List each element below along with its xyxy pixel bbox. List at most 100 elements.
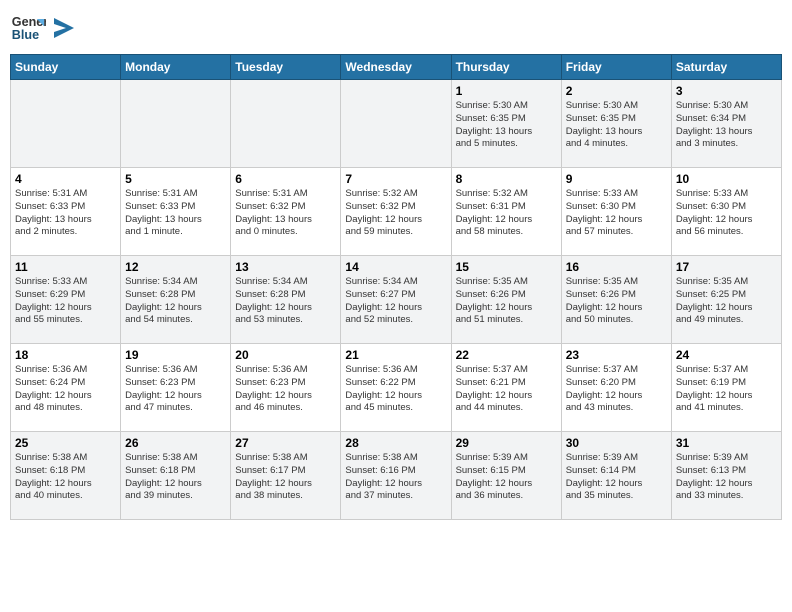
day-info: Sunrise: 5:38 AM Sunset: 6:18 PM Dayligh… — [125, 452, 226, 503]
calendar-cell: 3 Sunrise: 5:30 AM Sunset: 6:34 PM Daylig… — [671, 80, 781, 168]
calendar-cell: 21 Sunrise: 5:36 AM Sunset: 6:22 PM Dayli… — [341, 344, 451, 432]
calendar-cell: 14 Sunrise: 5:34 AM Sunset: 6:27 PM Dayli… — [341, 256, 451, 344]
day-info: Sunrise: 5:36 AM Sunset: 6:23 PM Dayligh… — [125, 364, 226, 415]
day-info: Sunrise: 5:33 AM Sunset: 6:29 PM Dayligh… — [15, 276, 116, 327]
weekday-header: Wednesday — [341, 55, 451, 80]
day-number: 21 — [345, 348, 446, 362]
day-number: 24 — [676, 348, 777, 362]
day-number: 16 — [566, 260, 667, 274]
day-info: Sunrise: 5:34 AM Sunset: 6:27 PM Dayligh… — [345, 276, 446, 327]
page-header: General Blue — [10, 10, 782, 46]
calendar-week-row: 25 Sunrise: 5:38 AM Sunset: 6:18 PM Dayli… — [11, 432, 782, 520]
day-number: 15 — [456, 260, 557, 274]
calendar-cell — [341, 80, 451, 168]
calendar-cell: 20 Sunrise: 5:36 AM Sunset: 6:23 PM Dayli… — [231, 344, 341, 432]
calendar-cell: 31 Sunrise: 5:39 AM Sunset: 6:13 PM Dayli… — [671, 432, 781, 520]
day-number: 9 — [566, 172, 667, 186]
day-number: 1 — [456, 84, 557, 98]
calendar-cell: 1Sunrise: 5:30 AM Sunset: 6:35 PM Daylig… — [451, 80, 561, 168]
day-number: 3 — [676, 84, 777, 98]
day-number: 22 — [456, 348, 557, 362]
day-number: 23 — [566, 348, 667, 362]
day-number: 5 — [125, 172, 226, 186]
calendar-cell: 11Sunrise: 5:33 AM Sunset: 6:29 PM Dayli… — [11, 256, 121, 344]
day-number: 25 — [15, 436, 116, 450]
calendar-cell: 26 Sunrise: 5:38 AM Sunset: 6:18 PM Dayli… — [121, 432, 231, 520]
calendar-cell: 16Sunrise: 5:35 AM Sunset: 6:26 PM Dayli… — [561, 256, 671, 344]
calendar-cell: 25Sunrise: 5:38 AM Sunset: 6:18 PM Dayli… — [11, 432, 121, 520]
day-info: Sunrise: 5:39 AM Sunset: 6:13 PM Dayligh… — [676, 452, 777, 503]
calendar-cell: 29Sunrise: 5:39 AM Sunset: 6:15 PM Dayli… — [451, 432, 561, 520]
day-info: Sunrise: 5:37 AM Sunset: 6:20 PM Dayligh… — [566, 364, 667, 415]
calendar-cell: 15 Sunrise: 5:35 AM Sunset: 6:26 PM Dayli… — [451, 256, 561, 344]
day-number: 28 — [345, 436, 446, 450]
calendar-header: SundayMondayTuesdayWednesdayThursdayFrid… — [11, 55, 782, 80]
day-number: 8 — [456, 172, 557, 186]
calendar-cell: 8 Sunrise: 5:32 AM Sunset: 6:31 PM Daylig… — [451, 168, 561, 256]
calendar-cell: 22 Sunrise: 5:37 AM Sunset: 6:21 PM Dayli… — [451, 344, 561, 432]
calendar-cell: 5 Sunrise: 5:31 AM Sunset: 6:33 PM Daylig… — [121, 168, 231, 256]
day-number: 17 — [676, 260, 777, 274]
day-info: Sunrise: 5:38 AM Sunset: 6:17 PM Dayligh… — [235, 452, 336, 503]
day-info: Sunrise: 5:32 AM Sunset: 6:32 PM Dayligh… — [345, 188, 446, 239]
calendar-cell: 28 Sunrise: 5:38 AM Sunset: 6:16 PM Dayli… — [341, 432, 451, 520]
day-info: Sunrise: 5:33 AM Sunset: 6:30 PM Dayligh… — [676, 188, 777, 239]
calendar-cell — [121, 80, 231, 168]
day-info: Sunrise: 5:37 AM Sunset: 6:21 PM Dayligh… — [456, 364, 557, 415]
calendar-cell — [11, 80, 121, 168]
calendar-cell: 17 Sunrise: 5:35 AM Sunset: 6:25 PM Dayli… — [671, 256, 781, 344]
day-number: 10 — [676, 172, 777, 186]
day-info: Sunrise: 5:30 AM Sunset: 6:35 PM Dayligh… — [566, 100, 667, 151]
weekday-header: Friday — [561, 55, 671, 80]
weekday-header: Monday — [121, 55, 231, 80]
calendar-week-row: 1 Sunrise: 5:30 AM Sunset: 6:35 PM Daylig… — [11, 80, 782, 168]
calendar-cell: 23 Sunrise: 5:37 AM Sunset: 6:20 PM Dayli… — [561, 344, 671, 432]
day-info: Sunrise: 5:31 AM Sunset: 6:33 PM Dayligh… — [125, 188, 226, 239]
day-info: Sunrise: 5:36 AM Sunset: 6:23 PM Dayligh… — [235, 364, 336, 415]
day-number: 2 — [566, 84, 667, 98]
day-number: 12 — [125, 260, 226, 274]
calendar-cell: 6 Sunrise: 5:31 AM Sunset: 6:32 PM Daylig… — [231, 168, 341, 256]
logo-icon: General Blue — [10, 10, 46, 46]
weekday-header: Tuesday — [231, 55, 341, 80]
day-info: Sunrise: 5:33 AM Sunset: 6:30 PM Dayligh… — [566, 188, 667, 239]
calendar-cell: 24Sunrise: 5:37 AM Sunset: 6:19 PM Dayli… — [671, 344, 781, 432]
weekday-header: Saturday — [671, 55, 781, 80]
day-info: Sunrise: 5:35 AM Sunset: 6:26 PM Dayligh… — [456, 276, 557, 327]
svg-text:Blue: Blue — [12, 28, 39, 42]
day-info: Sunrise: 5:31 AM Sunset: 6:32 PM Dayligh… — [235, 188, 336, 239]
day-number: 27 — [235, 436, 336, 450]
day-info: Sunrise: 5:34 AM Sunset: 6:28 PM Dayligh… — [125, 276, 226, 327]
day-info: Sunrise: 5:36 AM Sunset: 6:22 PM Dayligh… — [345, 364, 446, 415]
day-number: 14 — [345, 260, 446, 274]
day-info: Sunrise: 5:36 AM Sunset: 6:24 PM Dayligh… — [15, 364, 116, 415]
logo: General Blue — [10, 10, 74, 46]
calendar-cell: 10 Sunrise: 5:33 AM Sunset: 6:30 PM Dayli… — [671, 168, 781, 256]
calendar-cell: 4Sunrise: 5:31 AM Sunset: 6:33 PM Daylig… — [11, 168, 121, 256]
day-info: Sunrise: 5:38 AM Sunset: 6:16 PM Dayligh… — [345, 452, 446, 503]
day-info: Sunrise: 5:39 AM Sunset: 6:14 PM Dayligh… — [566, 452, 667, 503]
calendar-cell: 12 Sunrise: 5:34 AM Sunset: 6:28 PM Dayli… — [121, 256, 231, 344]
calendar-cell: 19Sunrise: 5:36 AM Sunset: 6:23 PM Dayli… — [121, 344, 231, 432]
day-number: 7 — [345, 172, 446, 186]
logo-arrow-icon — [54, 18, 74, 38]
day-number: 6 — [235, 172, 336, 186]
day-number: 20 — [235, 348, 336, 362]
calendar-week-row: 4Sunrise: 5:31 AM Sunset: 6:33 PM Daylig… — [11, 168, 782, 256]
weekday-row: SundayMondayTuesdayWednesdayThursdayFrid… — [11, 55, 782, 80]
calendar-cell: 30Sunrise: 5:39 AM Sunset: 6:14 PM Dayli… — [561, 432, 671, 520]
day-number: 26 — [125, 436, 226, 450]
weekday-header: Thursday — [451, 55, 561, 80]
calendar-cell: 2 Sunrise: 5:30 AM Sunset: 6:35 PM Daylig… — [561, 80, 671, 168]
day-info: Sunrise: 5:32 AM Sunset: 6:31 PM Dayligh… — [456, 188, 557, 239]
calendar-cell: 13Sunrise: 5:34 AM Sunset: 6:28 PM Dayli… — [231, 256, 341, 344]
day-info: Sunrise: 5:31 AM Sunset: 6:33 PM Dayligh… — [15, 188, 116, 239]
day-info: Sunrise: 5:34 AM Sunset: 6:28 PM Dayligh… — [235, 276, 336, 327]
day-info: Sunrise: 5:39 AM Sunset: 6:15 PM Dayligh… — [456, 452, 557, 503]
calendar-cell — [231, 80, 341, 168]
day-number: 31 — [676, 436, 777, 450]
day-info: Sunrise: 5:30 AM Sunset: 6:34 PM Dayligh… — [676, 100, 777, 151]
calendar-week-row: 11Sunrise: 5:33 AM Sunset: 6:29 PM Dayli… — [11, 256, 782, 344]
calendar-body: 1 Sunrise: 5:30 AM Sunset: 6:35 PM Daylig… — [11, 80, 782, 520]
day-info: Sunrise: 5:35 AM Sunset: 6:25 PM Dayligh… — [676, 276, 777, 327]
